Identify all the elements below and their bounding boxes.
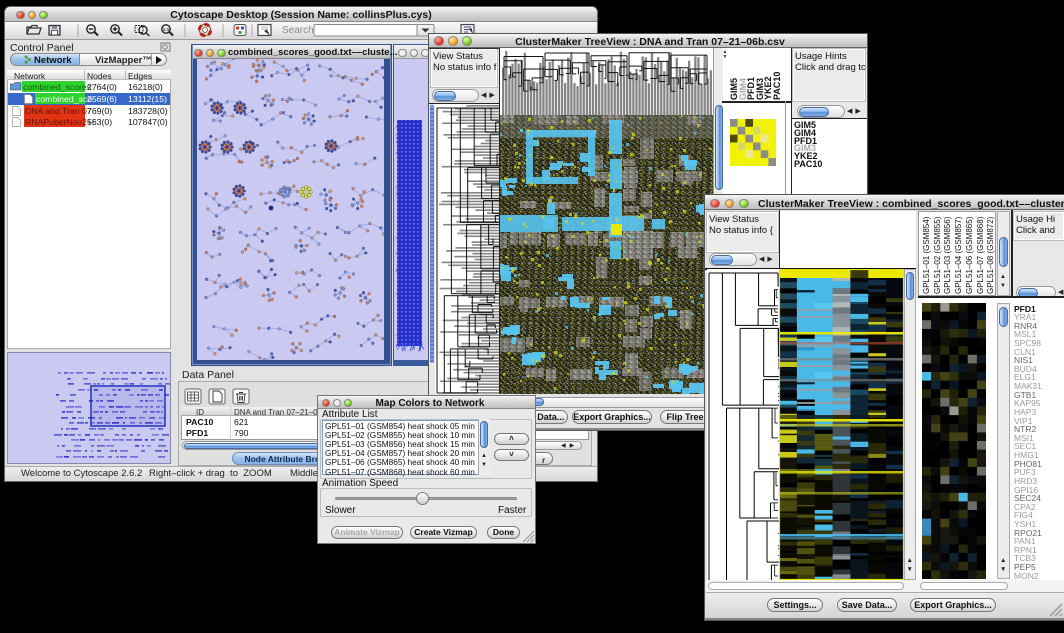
svg-text:Search:: Search: <box>282 25 316 36</box>
svg-text:1:1: 1:1 <box>163 27 170 32</box>
